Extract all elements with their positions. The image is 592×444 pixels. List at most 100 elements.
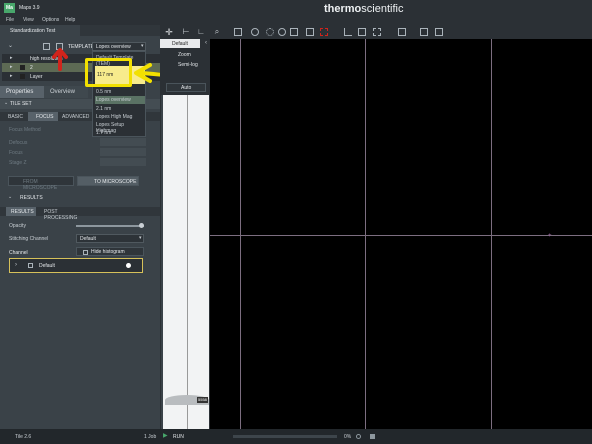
status-jobs: 1 Job	[144, 434, 157, 440]
select-tool-icon[interactable]	[306, 28, 314, 36]
tile-set-title: TILE SET	[10, 101, 32, 107]
template-label: TEMPLATE	[68, 44, 95, 50]
collapse-chevron-icon[interactable]: ⌄	[8, 42, 13, 49]
layer-add-icon[interactable]	[43, 43, 50, 50]
progress-bar	[233, 435, 337, 438]
app-logo: Ma	[4, 3, 15, 13]
tab-default[interactable]: Default	[160, 39, 200, 48]
angle-tool-icon[interactable]: ∟	[196, 27, 206, 37]
cluster-tool-icon[interactable]	[266, 28, 274, 36]
defocus-field[interactable]	[100, 138, 146, 146]
frame-tool-icon[interactable]	[290, 28, 298, 36]
layer-label: Layer	[30, 74, 43, 80]
channel-row[interactable]: › Default	[9, 258, 143, 273]
menu-file[interactable]: File	[6, 17, 14, 23]
dropdown-option[interactable]: 1.7 nm	[96, 130, 111, 136]
opacity-slider-handle[interactable]	[139, 223, 144, 228]
histogram-area: 5558	[161, 95, 209, 429]
hide-histogram-button[interactable]: Hide histogram	[76, 247, 144, 256]
brand-left: thermo	[324, 3, 362, 15]
channel-visibility-dot[interactable]	[126, 263, 131, 268]
fullscreen-icon[interactable]	[435, 28, 443, 36]
tab-focus[interactable]: FOCUS	[28, 112, 58, 121]
progress-percent: 0%	[344, 434, 352, 440]
expand-arrow-icon[interactable]: ▸	[10, 73, 13, 79]
auto-button[interactable]: Auto	[166, 83, 206, 92]
pan-tool-icon[interactable]: ✛	[164, 27, 174, 37]
tab-results[interactable]: RESULTS	[6, 207, 36, 216]
focus-field[interactable]	[100, 148, 146, 156]
chevron-right-icon[interactable]: ›	[15, 262, 17, 268]
brand-right: scientific	[361, 3, 404, 15]
tab-advanced[interactable]: ADVANCED	[58, 112, 92, 121]
dropdown-option[interactable]: 2.1 nm	[96, 106, 111, 112]
expand-arrow-icon[interactable]: ▸	[10, 55, 13, 61]
crosshair-marker: +	[548, 233, 552, 239]
menu-help[interactable]: Help	[65, 17, 75, 23]
viewer-toolbar: ✛ ⊢ ∟ ⌕	[160, 25, 592, 39]
channel-name: Default	[39, 263, 55, 269]
chevron-down-icon: ▾	[139, 235, 142, 241]
template-select[interactable]: Lopes overview ▾	[92, 42, 146, 51]
run-icon: ▶	[163, 433, 168, 439]
chevron-down-icon: ⌄	[4, 100, 9, 106]
expand-tool-icon[interactable]	[373, 28, 381, 36]
layer-visibility-icon[interactable]	[20, 65, 25, 70]
semi-log-option[interactable]: Semi-log	[178, 62, 198, 68]
layer-visibility-icon[interactable]	[20, 74, 25, 79]
histogram-icon	[83, 250, 88, 255]
layers-tool-icon[interactable]	[398, 28, 406, 36]
zoom-tool-icon[interactable]: ⌕	[212, 27, 222, 37]
annotation-yellow-box	[85, 58, 132, 87]
panel-collapse-icon[interactable]: ‹	[202, 39, 210, 48]
status-bar: Tile 2.6 1 Job ▶ RUN 0%	[0, 429, 592, 444]
dropdown-option[interactable]: Lopes High Mag	[96, 114, 132, 120]
circle-tool-icon[interactable]	[251, 28, 259, 36]
menu-view[interactable]: View	[23, 17, 34, 23]
template-select-chevron-icon: ▾	[141, 43, 144, 49]
region-tool-icon[interactable]	[320, 28, 328, 36]
menu-bar: File View Options Help	[0, 16, 592, 25]
target-tool-icon[interactable]	[278, 28, 286, 36]
grid-line-vertical	[491, 39, 492, 429]
expand-arrow-icon[interactable]: ▸	[10, 64, 13, 70]
copy-tool-icon[interactable]	[358, 28, 366, 36]
zoom-option[interactable]: Zoom	[178, 52, 191, 58]
project-tab[interactable]: Standardization Test	[0, 25, 80, 36]
tab-basic[interactable]: BASIC	[0, 112, 28, 121]
tab-properties[interactable]: Properties	[0, 86, 44, 98]
image-viewer[interactable]: +	[210, 39, 592, 429]
to-microscope-label: TO MICROSCOPE	[94, 179, 137, 185]
run-button[interactable]: ▶ RUN	[163, 432, 187, 441]
ruler-tool-icon[interactable]: ⊢	[181, 27, 191, 37]
stitching-channel-select[interactable]: Default ▾	[76, 234, 144, 243]
status-circle-icon	[356, 434, 361, 439]
tab-overview-label: Overview	[50, 89, 76, 95]
stitching-channel-value: Default	[80, 236, 96, 242]
stage-z-field[interactable]	[100, 158, 146, 166]
grid-tool-icon[interactable]	[234, 28, 242, 36]
stop-icon[interactable]	[370, 434, 375, 439]
run-label: RUN	[173, 434, 184, 440]
auto-button-label: Auto	[181, 85, 192, 91]
fit-view-icon[interactable]	[420, 28, 428, 36]
from-microscope-button[interactable]: FROM MICROSCOPE	[8, 176, 74, 191]
opacity-slider[interactable]	[76, 223, 144, 228]
grid-line-vertical	[365, 39, 366, 429]
tab-properties-label: Properties	[6, 89, 34, 95]
menu-options[interactable]: Options	[42, 17, 59, 23]
tab-results-label: RESULTS	[11, 209, 34, 215]
template-select-value: Lopes overview	[96, 44, 131, 50]
annotation-red-arrow	[52, 48, 68, 71]
tab-post-processing[interactable]: POST PROCESSING	[36, 207, 88, 221]
dropdown-option-label: Lopes overview	[96, 97, 131, 103]
results-tabs: RESULTS POST PROCESSING	[0, 207, 160, 221]
results-header[interactable]: ⌄ RESULTS	[0, 193, 160, 203]
tab-overview[interactable]: Overview	[44, 86, 88, 98]
crop-tool-icon[interactable]	[344, 28, 352, 36]
dropdown-option[interactable]: 0.5 nm	[96, 89, 111, 95]
channel-color-icon	[28, 263, 33, 268]
tab-focus-label: FOCUS	[36, 114, 54, 120]
to-microscope-button[interactable]: TO MICROSCOPE	[77, 176, 139, 186]
dropdown-option-selected[interactable]: Lopes overview	[95, 96, 145, 104]
